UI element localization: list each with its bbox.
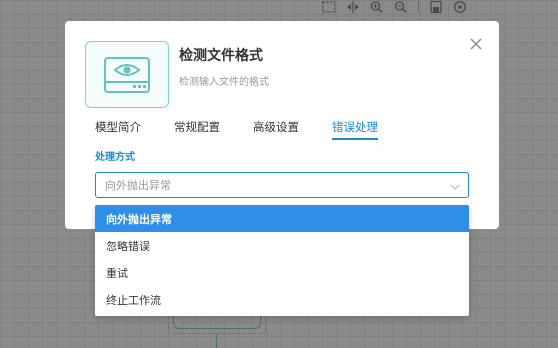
tab-model-intro[interactable]: 模型简介 — [95, 119, 141, 140]
handling-mode-label: 处理方式 — [95, 152, 135, 163]
zoom-in-icon[interactable] — [370, 1, 384, 13]
close-icon[interactable] — [469, 36, 483, 50]
canvas-toolbar — [322, 0, 467, 14]
chevron-down-icon — [450, 181, 460, 190]
dialog-subtitle: 检测输入文件的格式 — [179, 77, 269, 88]
handling-mode-dropdown: 向外抛出异常 忽略错误 重试 终止工作流 — [95, 205, 469, 316]
monitor-eye-icon — [85, 41, 169, 108]
tab-general-config[interactable]: 常规配置 — [174, 119, 220, 140]
selection-icon[interactable] — [322, 1, 336, 13]
select-placeholder: 向外抛出异常 — [105, 179, 171, 192]
handling-mode-select[interactable]: 向外抛出异常 — [95, 172, 469, 198]
config-dialog: 检测文件格式 检测输入文件的格式 模型简介 常规配置 高级设置 错误处理 处理方… — [65, 21, 499, 229]
toolbar-divider — [418, 1, 419, 13]
run-icon[interactable] — [453, 1, 467, 13]
fit-width-icon[interactable] — [346, 1, 360, 13]
save-icon[interactable] — [429, 1, 443, 13]
tab-advanced-settings[interactable]: 高级设置 — [253, 119, 299, 140]
option-terminate-workflow[interactable]: 终止工作流 — [95, 286, 469, 313]
option-retry[interactable]: 重试 — [95, 259, 469, 286]
tab-bar: 模型简介 常规配置 高级设置 错误处理 — [95, 119, 411, 140]
tab-error-handling[interactable]: 错误处理 — [332, 119, 378, 140]
option-throw-exception[interactable]: 向外抛出异常 — [95, 205, 469, 232]
dialog-title: 检测文件格式 — [179, 48, 263, 64]
workflow-edge — [216, 334, 217, 348]
zoom-out-icon[interactable] — [394, 1, 408, 13]
option-ignore-error[interactable]: 忽略错误 — [95, 232, 469, 259]
